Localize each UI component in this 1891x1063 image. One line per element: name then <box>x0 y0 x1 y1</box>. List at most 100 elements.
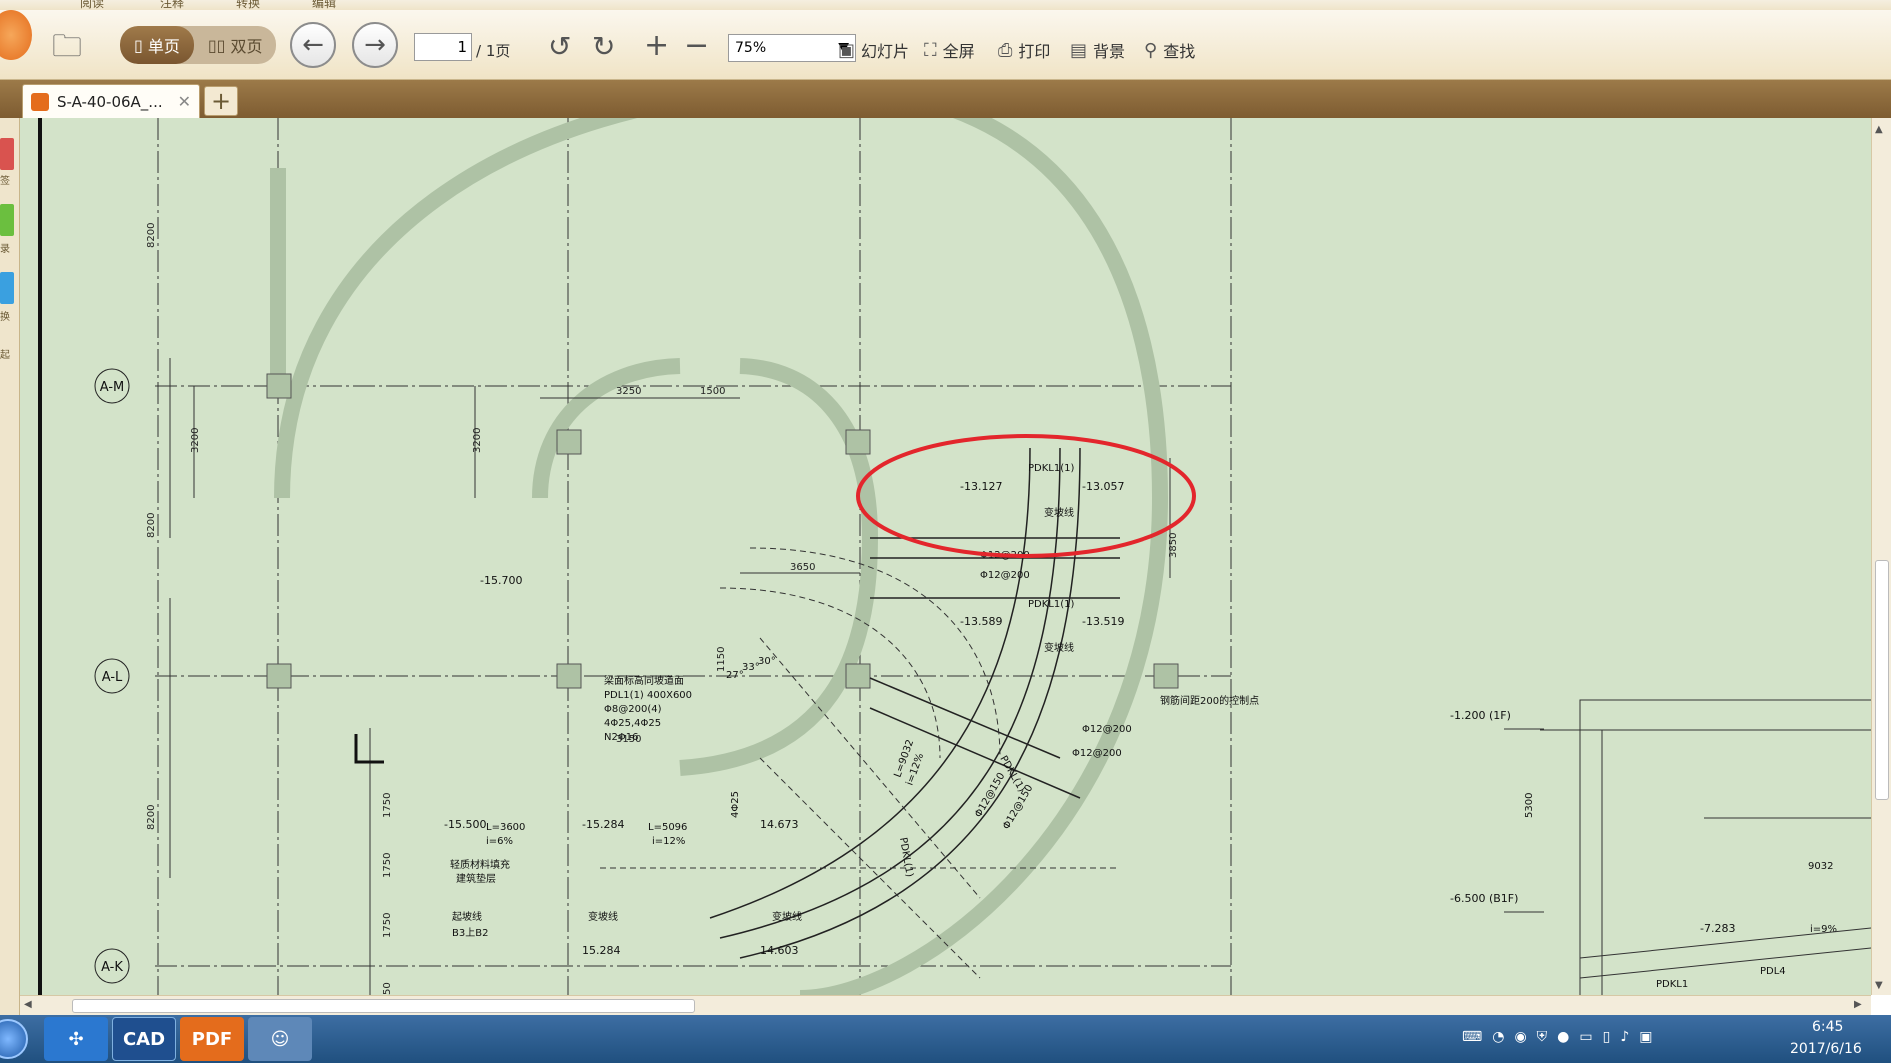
svg-text:1500: 1500 <box>700 386 725 397</box>
scroll-left-icon[interactable]: ◀ <box>24 999 32 1010</box>
slideshow-button[interactable]: ▣ 幻灯片 <box>838 38 909 62</box>
network-icon[interactable]: ▣ <box>1639 1029 1652 1045</box>
app-logo-icon[interactable] <box>0 10 32 60</box>
horizontal-scroll-thumb[interactable] <box>72 999 695 1013</box>
svg-text:Φ12@200: Φ12@200 <box>980 570 1030 581</box>
svg-text:8200: 8200 <box>146 513 157 538</box>
svg-text:4Φ25: 4Φ25 <box>730 791 741 818</box>
svg-text:L=3600: L=3600 <box>486 822 525 833</box>
svg-text:8200: 8200 <box>146 805 157 830</box>
globe-icon[interactable]: ◉ <box>1514 1029 1526 1045</box>
arrow-left-icon: ← <box>302 30 324 60</box>
device-icon[interactable]: ▯ <box>1603 1029 1611 1045</box>
svg-text:PDL1(1) 400X600: PDL1(1) 400X600 <box>604 690 692 701</box>
svg-text:A-K: A-K <box>101 960 123 975</box>
rss-icon[interactable]: ◔ <box>1492 1029 1504 1045</box>
zoom-in-icon[interactable]: + <box>644 28 669 63</box>
page-total-label: / 1页 <box>476 42 511 60</box>
svg-text:-15.700: -15.700 <box>480 574 522 587</box>
svg-text:变坡线: 变坡线 <box>1044 506 1074 519</box>
zoom-out-icon[interactable]: − <box>684 28 709 63</box>
convert-panel-icon[interactable] <box>0 272 14 304</box>
svg-text:30°: 30° <box>758 656 776 667</box>
pdf-file-icon <box>31 92 49 111</box>
taskbar-app-network-icon[interactable]: ✣ <box>44 1017 108 1061</box>
taskbar-app-user-icon[interactable]: ☺ <box>248 1017 312 1061</box>
section-drawing <box>1504 699 1871 995</box>
svg-text:A-M: A-M <box>100 380 125 395</box>
rotate-right-icon[interactable]: ↻ <box>592 30 615 63</box>
sidebar-label-more: 起 <box>0 350 10 361</box>
svg-text:A-L: A-L <box>102 670 123 685</box>
svg-text:3650: 3650 <box>790 562 815 573</box>
svg-text:建筑垫层: 建筑垫层 <box>456 872 496 885</box>
vertical-scroll-thumb[interactable] <box>1875 560 1889 800</box>
svg-text:8200: 8200 <box>146 223 157 248</box>
volume-icon[interactable]: ♪ <box>1620 1029 1629 1045</box>
print-button[interactable]: ⎙ 打印 <box>998 38 1050 62</box>
open-folder-icon[interactable]: 🗀 <box>52 24 82 75</box>
svg-text:PDKL1: PDKL1 <box>1656 979 1688 990</box>
document-canvas[interactable]: A-M A-L A-K 8200 3200 8200 8200 3200 175… <box>20 118 1871 995</box>
svg-text:14.603: 14.603 <box>760 944 799 957</box>
system-tray: ⌨ ◔ ◉ ⛨ ● ▭ ▯ ♪ ▣ <box>1462 1029 1653 1045</box>
bookmark-panel-icon[interactable] <box>0 138 14 170</box>
horizontal-scrollbar[interactable]: ◀ ▶ <box>20 995 1871 1015</box>
scroll-right-icon[interactable]: ▶ <box>1854 999 1862 1010</box>
svg-text:PDKL(1): PDKL(1) <box>897 837 915 878</box>
rotate-left-icon[interactable]: ↺ <box>548 30 571 63</box>
tab-document[interactable]: S-A-40-06A_... ✕ <box>22 84 200 118</box>
clock-date[interactable]: 2017/6/16 <box>1790 1041 1862 1057</box>
svg-text:3850: 3850 <box>1168 533 1179 558</box>
svg-text:-7.283: -7.283 <box>1700 922 1735 935</box>
arrow-right-icon: → <box>364 30 386 60</box>
close-icon[interactable]: ✕ <box>178 92 191 111</box>
keyboard-icon[interactable]: ⌨ <box>1462 1029 1482 1045</box>
single-page-button[interactable]: ▯ 单页 <box>120 26 194 64</box>
svg-text:-15.284: -15.284 <box>582 818 624 831</box>
svg-text:3250: 3250 <box>616 386 641 397</box>
svg-text:N2Φ16: N2Φ16 <box>604 732 638 743</box>
menu-bar: 阅读 注释 转换 编辑 <box>0 0 1891 10</box>
svg-text:15.284: 15.284 <box>582 944 621 957</box>
grid-lines <box>155 118 1232 995</box>
svg-text:-13.127: -13.127 <box>960 480 1002 493</box>
axis-bubble-am: A-M <box>94 368 130 404</box>
tab-bar <box>0 80 1891 118</box>
background-icon: ▤ <box>1070 39 1088 61</box>
clock-time[interactable]: 6:45 <box>1812 1019 1843 1035</box>
find-button[interactable]: ⚲ 查找 <box>1144 38 1195 62</box>
taskbar-app-cad[interactable]: CAD <box>112 1017 176 1061</box>
vertical-scrollbar[interactable]: ▲ ▼ <box>1871 118 1891 995</box>
svg-text:L=5096: L=5096 <box>648 822 687 833</box>
svg-text:i=6%: i=6% <box>486 836 513 847</box>
double-page-button[interactable]: ▯▯ 双页 <box>194 26 277 64</box>
svg-text:梁面标高同坡道面: 梁面标高同坡道面 <box>604 674 684 687</box>
fullscreen-button[interactable]: ⛶ 全屏 <box>924 38 975 62</box>
qq-icon[interactable]: ● <box>1557 1029 1569 1045</box>
scroll-up-icon[interactable]: ▲ <box>1875 124 1883 135</box>
display-icon[interactable]: ▭ <box>1579 1029 1592 1045</box>
svg-text:-6.500 (B1F): -6.500 (B1F) <box>1450 892 1518 905</box>
previous-page-button[interactable]: ← <box>290 22 336 68</box>
taskbar: ✣ CAD PDF ☺ ⌨ ◔ ◉ ⛨ ● ▭ ▯ ♪ ▣ 6:45 2017/… <box>0 1015 1891 1063</box>
scroll-down-icon[interactable]: ▼ <box>1875 980 1883 991</box>
start-button[interactable] <box>0 1019 28 1059</box>
svg-text:B3上B2: B3上B2 <box>452 927 488 939</box>
taskbar-app-pdf[interactable]: PDF <box>180 1017 244 1061</box>
svg-text:5300: 5300 <box>1524 793 1535 818</box>
svg-text:9032: 9032 <box>1808 861 1833 872</box>
new-tab-button[interactable]: + <box>204 86 238 116</box>
zoom-select[interactable]: 75% ▼ <box>728 34 856 62</box>
sidebar-label-sign: 签 <box>0 176 10 187</box>
svg-text:PDKL1(1): PDKL1(1) <box>1028 599 1074 610</box>
next-page-button[interactable]: → <box>352 22 398 68</box>
shield-icon[interactable]: ⛨ <box>1537 1029 1548 1045</box>
svg-text:1750: 1750 <box>382 793 393 818</box>
outline-panel-icon[interactable] <box>0 204 14 236</box>
svg-text:轻质材料填充: 轻质材料填充 <box>450 858 510 871</box>
svg-text:Φ12@200: Φ12@200 <box>1072 748 1122 759</box>
page-number-input[interactable] <box>414 33 472 61</box>
background-button[interactable]: ▤ 背景 <box>1070 38 1125 62</box>
svg-text:1750: 1750 <box>382 913 393 938</box>
